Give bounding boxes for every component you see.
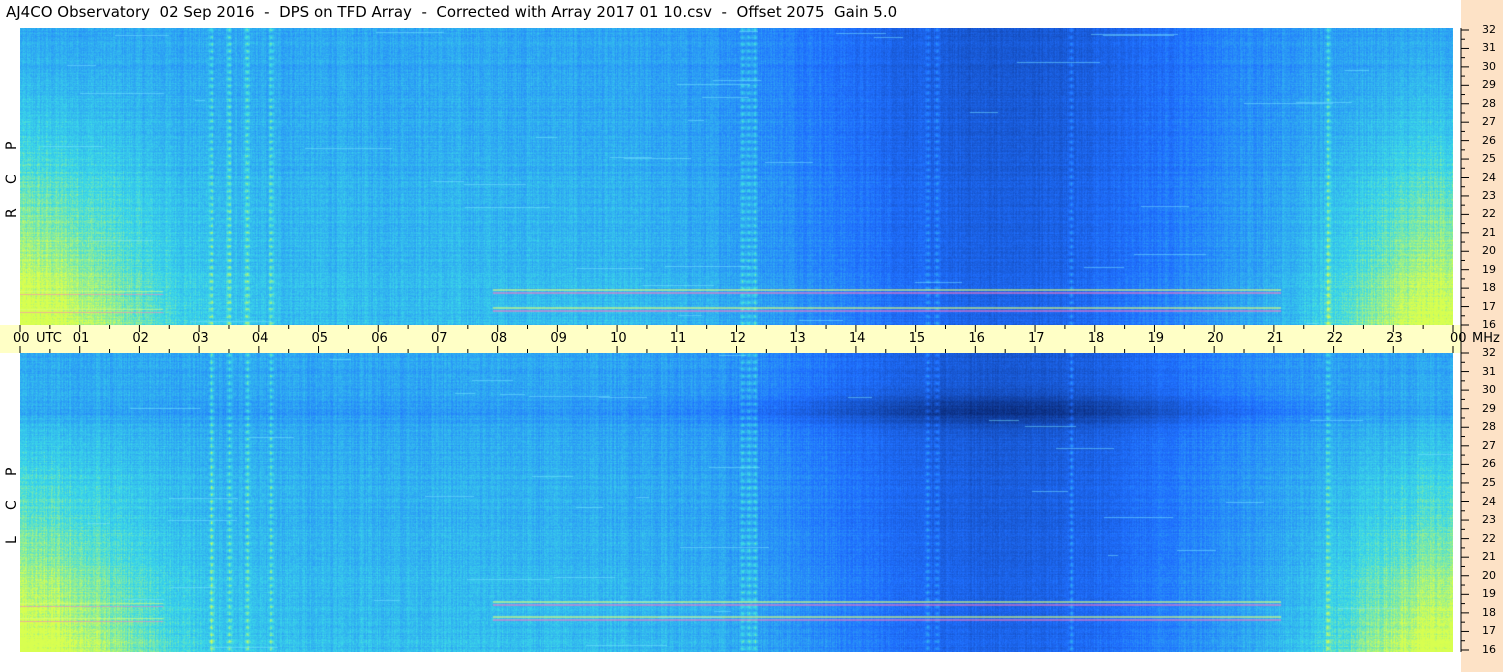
rcp-frequency-tick-label: 31 <box>1482 41 1496 55</box>
time-tick-label: 22 <box>1326 331 1344 346</box>
rcp-polarization-letter: R <box>4 208 20 218</box>
time-tick-label: 05 <box>311 331 329 346</box>
lcp-frequency-tick-label: 29 <box>1482 401 1496 415</box>
time-tick-label: 09 <box>550 331 567 346</box>
lcp-frequency-tick-label: 22 <box>1482 531 1496 545</box>
lcp-polarization-letter: C <box>4 500 20 510</box>
rcp-frequency-tick-label: 19 <box>1482 262 1496 276</box>
rcp-frequency-tick-label: 24 <box>1482 170 1496 184</box>
time-tick-label: 21 <box>1266 331 1284 346</box>
lcp-polarization-letter: L <box>4 536 20 544</box>
time-tick-label: 16 <box>968 331 985 346</box>
time-tick-label: 10 <box>610 331 627 346</box>
lcp-frequency-tick-label: 26 <box>1482 457 1496 471</box>
rcp-frequency-tick-label: 23 <box>1482 188 1496 202</box>
time-tick-label: 03 <box>192 331 209 346</box>
time-tick-label: 14 <box>848 331 866 346</box>
lcp-frequency-tick-label: 19 <box>1482 587 1496 601</box>
lcp-frequency-tick-label: 25 <box>1482 475 1496 489</box>
lcp-frequency-tick-label: 31 <box>1482 364 1496 378</box>
lcp-frequency-tick-label: 18 <box>1482 605 1496 619</box>
time-tick-label: 17 <box>1028 331 1045 346</box>
time-tick-label: 04 <box>251 331 269 346</box>
time-tick-label: 15 <box>908 331 926 346</box>
lcp-frequency-tick-label: 20 <box>1482 568 1496 582</box>
time-tick-label: 19 <box>1147 331 1164 346</box>
rcp-frequency-tick-label: 22 <box>1482 207 1496 221</box>
rcp-frequency-tick-label: 28 <box>1482 96 1496 110</box>
frequency-unit-label: MHz <box>1472 331 1500 346</box>
rcp-frequency-tick-label: 21 <box>1482 225 1496 239</box>
lcp-polarization-letter: P <box>4 467 20 476</box>
rcp-frequency-tick-label: 16 <box>1482 318 1496 331</box>
rcp-frequency-tick-label: 29 <box>1482 78 1496 92</box>
rcp-polarization-letter: C <box>4 174 20 184</box>
time-tick-label: 02 <box>132 331 149 346</box>
time-tick-label: 11 <box>669 331 687 346</box>
rcp-frequency-tick-label: 25 <box>1482 152 1496 166</box>
rcp-frequency-tick-label: 30 <box>1482 59 1496 73</box>
time-tick-label: 23 <box>1386 331 1403 346</box>
time-tick-label: 20 <box>1207 331 1224 346</box>
time-tick-label: 18 <box>1087 331 1105 346</box>
time-tick-label: 01 <box>72 331 90 346</box>
lcp-frequency-tick-label: 17 <box>1482 624 1496 638</box>
lcp-frequency-tick-label: 23 <box>1482 513 1496 527</box>
time-tick-label: 08 <box>490 331 508 346</box>
time-tick-label: 00 <box>13 331 30 346</box>
lcp-frequency-tick-label: 27 <box>1482 438 1496 452</box>
lcp-frequency-tick-label: 21 <box>1482 550 1496 564</box>
time-tick-label: 07 <box>430 331 448 346</box>
rcp-frequency-tick-label: 20 <box>1482 244 1496 258</box>
time-unit-label: UTC <box>36 331 62 346</box>
lcp-frequency-tick-label: 30 <box>1482 383 1496 397</box>
lcp-frequency-tick-label: 28 <box>1482 420 1496 434</box>
rcp-frequency-tick-label: 27 <box>1482 115 1496 129</box>
time-tick-label: 06 <box>371 331 388 346</box>
rcp-frequency-tick-label: 18 <box>1482 281 1496 295</box>
rcp-frequency-tick-label: 26 <box>1482 133 1496 147</box>
rcp-frequency-tick-label: 17 <box>1482 299 1496 313</box>
lcp-frequency-tick-label: 32 <box>1482 346 1496 359</box>
time-tick-label: 13 <box>789 331 806 346</box>
time-tick-label: 00 <box>1450 331 1467 346</box>
lcp-frequency-tick-label: 24 <box>1482 494 1496 508</box>
lcp-frequency-tick-label: 16 <box>1482 643 1496 656</box>
rcp-polarization-letter: P <box>4 141 20 150</box>
time-tick-label: 12 <box>729 331 747 346</box>
rcp-frequency-tick-label: 32 <box>1482 23 1496 36</box>
